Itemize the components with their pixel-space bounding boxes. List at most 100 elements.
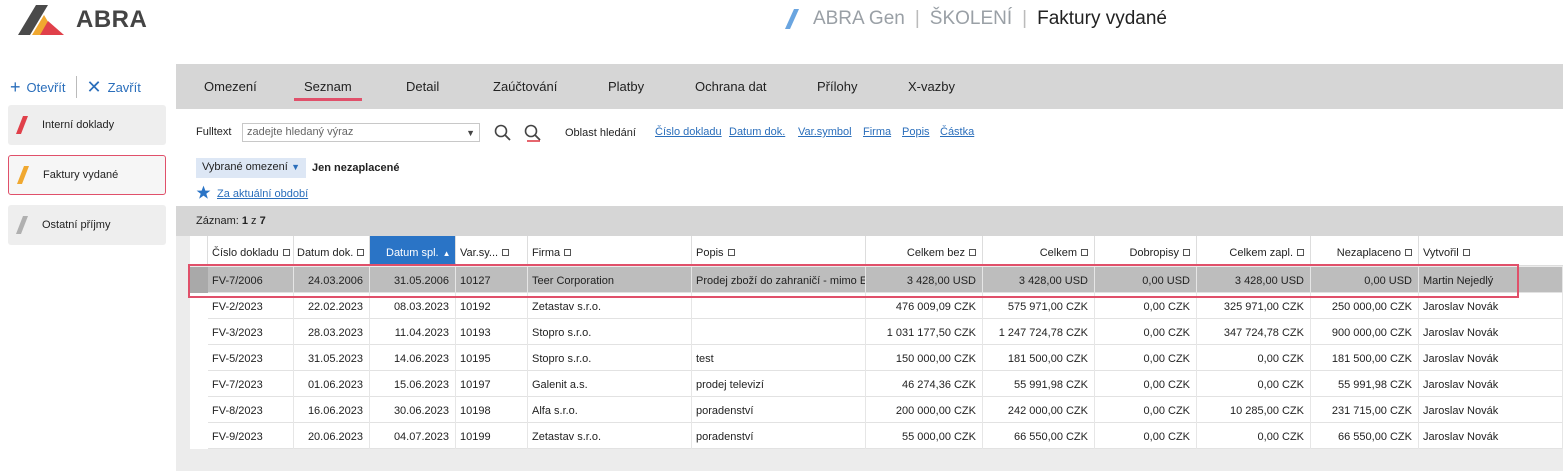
table-row[interactable]: FV-8/2023 16.06.2023 30.06.2023 10198 Alfa s… — [190, 397, 1563, 423]
area-link-document-date[interactable]: Datum dok. — [729, 126, 785, 138]
column-filter-icon — [1183, 249, 1190, 256]
star-icon[interactable] — [196, 185, 211, 200]
fulltext-input[interactable]: zadejte hledaný výraz ▼ — [242, 123, 480, 142]
table-cell: Stopro s.r.o. — [528, 345, 692, 371]
table-cell: 0,00 CZK — [1197, 371, 1311, 397]
column-filter-icon — [1297, 249, 1304, 256]
table-cell: 150 000,00 CZK — [866, 345, 983, 371]
table-row[interactable]: FV-5/2023 31.05.2023 14.06.2023 10195 Stopro… — [190, 345, 1563, 371]
table-cell: 10198 — [456, 397, 528, 423]
agenda-item-other-income[interactable]: Ostatní příjmy — [8, 205, 166, 245]
column-header-description[interactable]: Popis — [692, 236, 866, 266]
column-header-unpaid[interactable]: Nezaplaceno — [1311, 236, 1419, 266]
tab-ochrana-dat[interactable]: Ochrana dat — [695, 79, 767, 94]
breadcrumb-separator: | — [914, 8, 920, 29]
tab-zauctovani[interactable]: Zaúčtování — [493, 79, 557, 94]
column-filter-icon — [357, 249, 365, 256]
close-button[interactable]: ✕ Zavřít — [87, 78, 141, 96]
table-cell: 30.06.2023 — [370, 397, 456, 423]
column-header-created-by[interactable]: Vytvořil — [1419, 236, 1563, 266]
search-icon[interactable] — [494, 124, 512, 142]
table-cell: 0,00 CZK — [1095, 397, 1197, 423]
table-row[interactable]: FV-9/2023 20.06.2023 04.07.2023 10199 Zetast… — [190, 423, 1563, 449]
table-cell: Stopro s.r.o. — [528, 319, 692, 345]
agenda-label: Interní doklady — [42, 119, 115, 131]
table-row[interactable]: FV-7/2006 24.03.2006 31.05.2006 10127 Teer C… — [190, 267, 1563, 293]
chevron-down-icon[interactable]: ▼ — [466, 128, 475, 138]
column-header-due-date[interactable]: Datum spl. ▲ — [370, 236, 456, 266]
column-header-company[interactable]: Firma — [528, 236, 692, 266]
record-label: Záznam: — [196, 215, 239, 227]
table-cell: 3 428,00 USD — [983, 267, 1095, 293]
agenda-item-internal[interactable]: Interní doklady — [8, 105, 166, 145]
fulltext-label: Fulltext — [196, 126, 232, 138]
tab-omezeni[interactable]: Omezení — [204, 79, 257, 94]
table-row[interactable]: FV-7/2023 01.06.2023 15.06.2023 10197 Galeni… — [190, 371, 1563, 397]
table-cell: 10127 — [456, 267, 528, 293]
row-gutter — [190, 293, 208, 319]
record-counter: Záznam: 1 z 7 — [176, 206, 1563, 236]
open-button[interactable]: + Otevřít — [10, 78, 66, 96]
area-link-amount[interactable]: Částka — [940, 126, 974, 138]
table-cell: Jaroslav Novák — [1419, 319, 1563, 345]
column-header-document-number[interactable]: Číslo dokladu — [208, 236, 294, 266]
agenda-item-issued-invoices[interactable]: Faktury vydané — [8, 155, 166, 195]
agenda-label: Ostatní příjmy — [42, 219, 111, 231]
table-cell: 0,00 CZK — [1095, 345, 1197, 371]
table-cell: FV-7/2006 — [208, 267, 294, 293]
agenda-color-icon — [17, 166, 29, 184]
area-link-company[interactable]: Firma — [863, 126, 891, 138]
column-header-total-excl[interactable]: Celkem bez — [866, 236, 983, 266]
page-title: Faktury vydané — [1037, 8, 1167, 29]
logo-text: ABRA — [76, 6, 148, 33]
table-cell: 11.04.2023 — [370, 319, 456, 345]
table-cell: 10197 — [456, 371, 528, 397]
table-row[interactable]: FV-3/2023 28.03.2023 11.04.2023 10193 Stopro… — [190, 319, 1563, 345]
search-clear-icon[interactable] — [524, 124, 542, 142]
column-header-total-paid[interactable]: Celkem zapl. — [1197, 236, 1311, 266]
restriction-select[interactable]: Vybrané omezení ▼ — [196, 158, 306, 178]
close-icon: ✕ — [86, 77, 102, 97]
area-link-description[interactable]: Popis — [902, 126, 930, 138]
table-cell: 10 285,00 CZK — [1197, 397, 1311, 423]
chevron-down-icon: ▼ — [291, 162, 300, 172]
breadcrumb-app[interactable]: ABRA Gen — [813, 8, 905, 30]
table-cell: 575 971,00 CZK — [983, 293, 1095, 319]
tab-prilohy[interactable]: Přílohy — [817, 79, 857, 94]
table-cell: Martin Nejedlý — [1419, 267, 1563, 293]
column-header-variable-symbol[interactable]: Var.sy... — [456, 236, 528, 266]
column-filter-icon — [282, 249, 290, 256]
table-cell: Teer Corporation — [528, 267, 692, 293]
table-cell: FV-3/2023 — [208, 319, 294, 345]
table-cell: Jaroslav Novák — [1419, 397, 1563, 423]
column-filter-icon — [1081, 249, 1088, 256]
row-gutter — [190, 423, 208, 449]
current-period-link[interactable]: Za aktuální období — [217, 188, 308, 200]
restriction-select-label: Vybrané omezení — [202, 161, 288, 173]
area-link-variable-symbol[interactable]: Var.symbol — [798, 126, 852, 138]
tab-seznam[interactable]: Seznam — [304, 79, 352, 94]
table-header: Číslo dokladu Datum dok. Datum spl. ▲ Var… — [190, 236, 1563, 266]
tab-detail[interactable]: Detail — [406, 79, 439, 94]
table-cell: 55 991,98 CZK — [983, 371, 1095, 397]
tab-platby[interactable]: Platby — [608, 79, 644, 94]
table-cell: 20.06.2023 — [294, 423, 370, 449]
table-cell: poradenství — [692, 423, 866, 449]
column-header-credit-notes[interactable]: Dobropisy — [1095, 236, 1197, 266]
breadcrumb-company[interactable]: ŠKOLENÍ — [930, 8, 1012, 30]
table-cell: 46 274,36 CZK — [866, 371, 983, 397]
table-cell: 900 000,00 CZK — [1311, 319, 1419, 345]
column-header-document-date[interactable]: Datum dok. — [294, 236, 370, 266]
tab-x-vazby[interactable]: X-vazby — [908, 79, 955, 94]
abra-logo-icon — [18, 5, 64, 35]
column-filter-icon — [1462, 249, 1470, 256]
table-cell: 10193 — [456, 319, 528, 345]
table-cell: 181 500,00 CZK — [1311, 345, 1419, 371]
table-cell: 15.06.2023 — [370, 371, 456, 397]
table-cell: Jaroslav Novák — [1419, 423, 1563, 449]
table-row[interactable]: FV-2/2023 22.02.2023 08.03.2023 10192 Zetast… — [190, 293, 1563, 319]
table-cell: Zetastav s.r.o. — [528, 293, 692, 319]
table-cell — [692, 319, 866, 345]
column-header-total[interactable]: Celkem — [983, 236, 1095, 266]
area-link-document-number[interactable]: Číslo dokladu — [655, 126, 722, 138]
